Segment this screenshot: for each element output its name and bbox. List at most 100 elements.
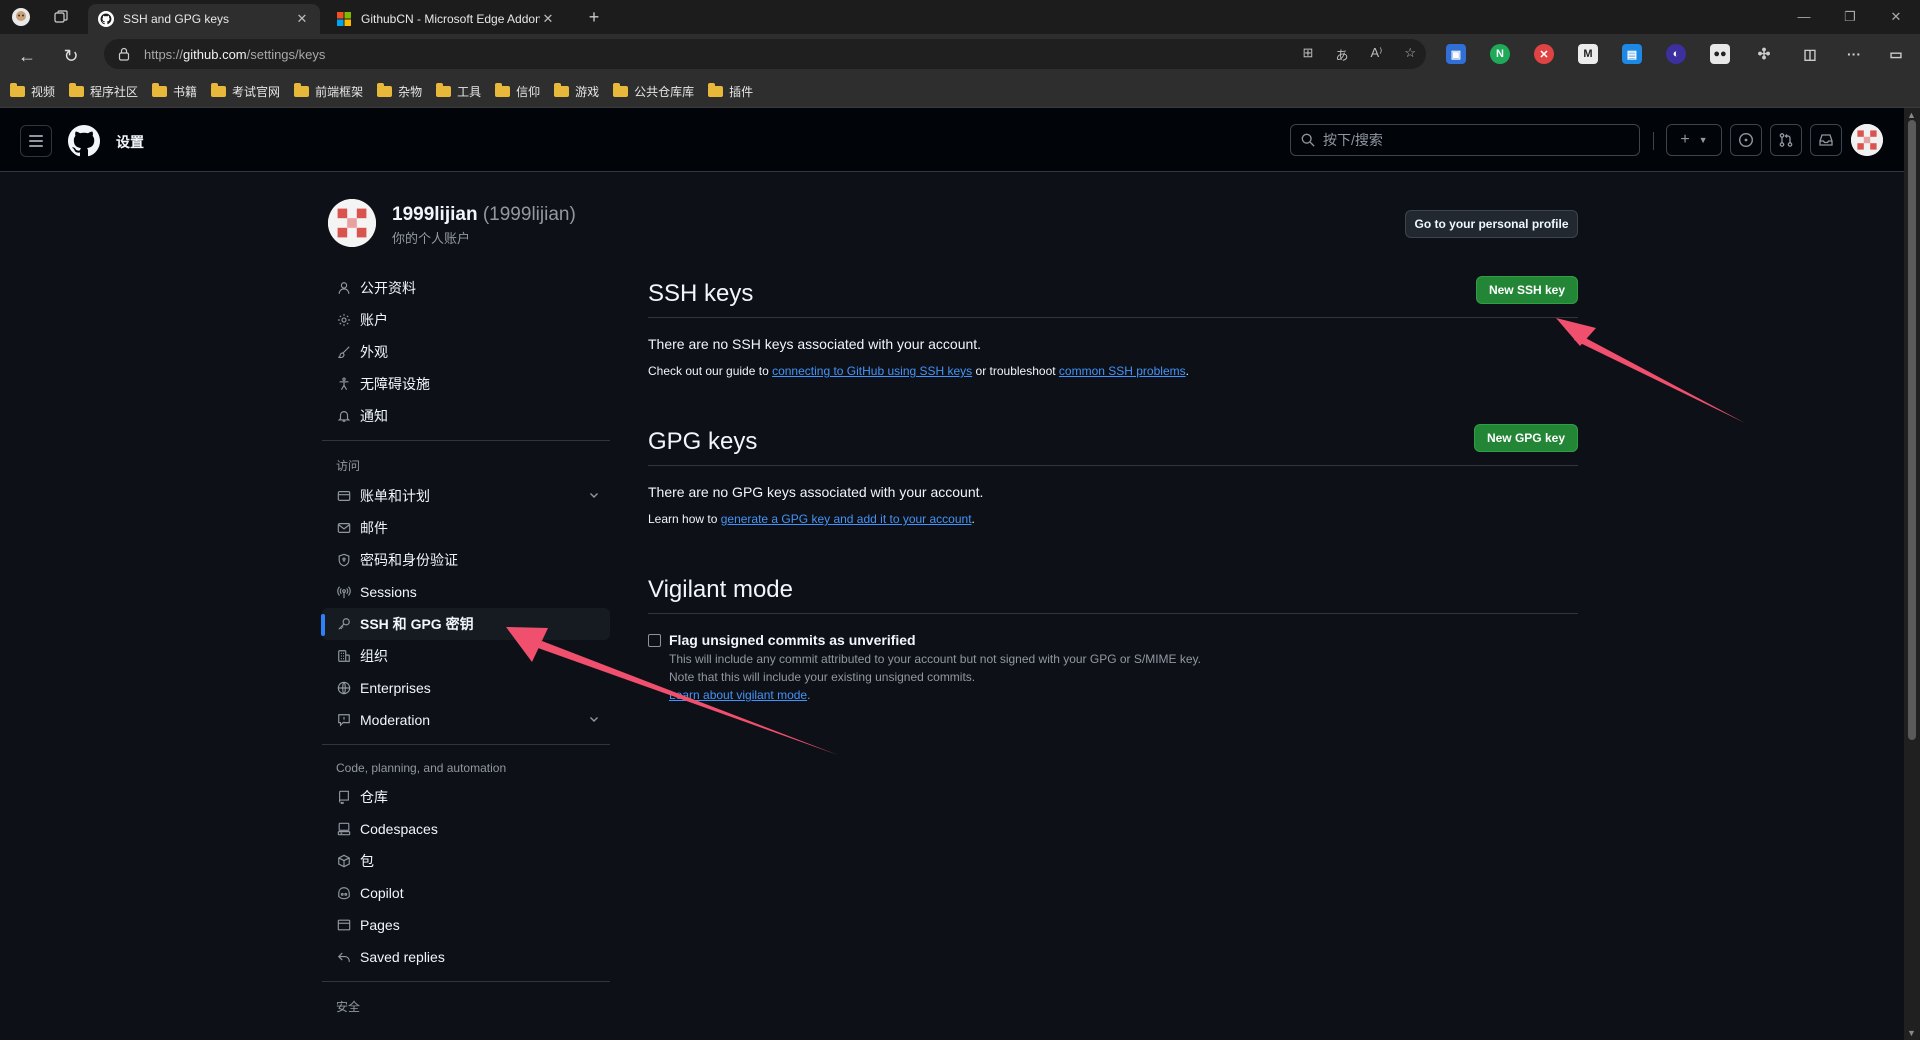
sidebar-item-packages[interactable]: 包	[322, 845, 610, 877]
create-new-button[interactable]: + ▼	[1666, 124, 1722, 156]
sidebar-item-notifications[interactable]: 通知	[322, 400, 610, 432]
sidebar-item-emails[interactable]: 邮件	[322, 512, 610, 544]
guide-text: Check out our guide to	[648, 364, 773, 378]
flag-unsigned-checkbox[interactable]	[648, 634, 661, 647]
sidebar-item-accessibility[interactable]: 无障碍设施	[322, 368, 610, 400]
user-avatar-large[interactable]	[328, 199, 376, 247]
vigilant-learn-link[interactable]: Learn about vigilant mode	[669, 688, 807, 702]
extensions-puzzle-icon[interactable]: ✣	[1754, 44, 1774, 64]
pull-requests-button[interactable]	[1770, 124, 1802, 156]
ssh-troubleshoot-link[interactable]: common SSH problems	[1059, 364, 1186, 378]
url-path: /settings/keys	[246, 46, 326, 62]
issues-button[interactable]	[1730, 124, 1762, 156]
sidebar-item-repositories[interactable]: 仓库	[322, 781, 610, 813]
page-context-title[interactable]: 设置	[116, 132, 144, 152]
user-avatar[interactable]	[1851, 124, 1883, 156]
profile-icon[interactable]	[10, 6, 32, 28]
workspaces-icon[interactable]	[50, 6, 72, 28]
bookmark-label: 前端框架	[315, 85, 364, 99]
back-icon[interactable]: ←	[14, 43, 40, 69]
folder-icon	[294, 83, 310, 97]
new-ssh-key-button[interactable]: New SSH key	[1475, 276, 1578, 304]
bookmark-folder[interactable]: 公共仓库库	[613, 83, 694, 100]
sidebar-heading-code: Code, planning, and automation	[336, 761, 507, 775]
ssh-guide-link[interactable]: connecting to GitHub using SSH keys	[772, 364, 972, 378]
new-gpg-key-button[interactable]: New GPG key	[1473, 424, 1578, 452]
menu-button[interactable]	[20, 125, 52, 157]
vigilant-mode-header: Vigilant mode	[648, 566, 1578, 614]
gpg-generate-link[interactable]: generate a GPG key and add it to your ac…	[721, 512, 972, 526]
sidebar-item-label: 包	[360, 853, 374, 869]
sidebar-item-saved-replies[interactable]: Saved replies	[322, 941, 610, 973]
sidebar-item-sessions[interactable]: Sessions	[322, 576, 610, 608]
bookmark-folder[interactable]: 信仰	[495, 83, 540, 100]
sidebar-item-enterprises[interactable]: Enterprises	[322, 672, 610, 704]
close-window-icon[interactable]: ✕	[1876, 6, 1916, 28]
read-aloud-icon[interactable]: A⁾	[1370, 45, 1382, 64]
extension-moon-icon[interactable]: ◐	[1666, 44, 1686, 64]
sidebar-item-label: 仓库	[360, 789, 388, 805]
sidebar-item-ssh-gpg-keys[interactable]: SSH 和 GPG 密钥	[321, 608, 610, 640]
extension-red-icon[interactable]: ✕	[1534, 44, 1554, 64]
sidebar-item-organizations[interactable]: 组织	[322, 640, 610, 672]
scroll-up-icon[interactable]: ▲	[1907, 110, 1916, 120]
sidebar-item-password-auth[interactable]: 密码和身份验证	[322, 544, 610, 576]
sidebar-item-billing[interactable]: 账单和计划	[322, 480, 610, 512]
minimize-icon[interactable]: —	[1784, 6, 1824, 28]
bookmark-folder[interactable]: 插件	[708, 83, 753, 100]
issue-opened-icon	[1738, 132, 1754, 148]
tab-githubcn-addons[interactable]: GithubCN - Microsoft Edge Addons ✕	[326, 4, 566, 34]
broadcast-icon	[336, 584, 352, 600]
page-scrollbar[interactable]: ▲ ▼	[1904, 108, 1920, 1040]
extension-n-icon[interactable]: N	[1490, 44, 1510, 64]
bookmark-folder[interactable]: 视频	[10, 83, 55, 100]
go-to-profile-button[interactable]: Go to your personal profile	[1405, 210, 1578, 238]
bookmark-folder[interactable]: 游戏	[554, 83, 599, 100]
sidebar-item-appearance[interactable]: 外观	[322, 336, 610, 368]
extension-translate-icon[interactable]: ▣	[1446, 44, 1466, 64]
extension-blue-icon[interactable]: ▤	[1622, 44, 1642, 64]
refresh-icon[interactable]: ↻	[58, 43, 84, 69]
bookmark-folder[interactable]: 程序社区	[69, 83, 138, 100]
sidebar-toggle-icon[interactable]: ▭	[1886, 44, 1906, 64]
more-menu-icon[interactable]: ···	[1844, 44, 1864, 64]
split-screen-icon[interactable]: ◫	[1800, 44, 1820, 64]
address-bar[interactable]: https:// github.com /settings/keys ⊞ あ A…	[104, 39, 1426, 69]
new-tab-button[interactable]: +	[583, 6, 605, 28]
sidebar-item-label: Codespaces	[360, 821, 438, 837]
scroll-down-icon[interactable]: ▼	[1907, 1028, 1916, 1038]
paintbrush-icon	[336, 344, 352, 360]
favorite-star-icon[interactable]: ☆	[1404, 45, 1416, 64]
bookmark-folder[interactable]: 前端框架	[294, 83, 363, 100]
bookmark-folder[interactable]: 考试官网	[211, 83, 280, 100]
bookmark-folder[interactable]: 工具	[436, 83, 481, 100]
chevron-down-icon[interactable]	[588, 488, 600, 504]
bookmark-folder[interactable]: 书籍	[152, 83, 197, 100]
extension-m-icon[interactable]: M	[1578, 44, 1598, 64]
bookmarks-bar: 视频 程序社区 书籍 考试官网 前端框架 杂物 工具 信仰 游戏 公共仓库库 插…	[0, 76, 1920, 108]
search-input[interactable]: 按下/搜索	[1290, 124, 1640, 156]
close-tab-icon[interactable]: ✕	[294, 11, 310, 27]
sidebar-item-pages[interactable]: Pages	[322, 909, 610, 941]
sidebar-item-account[interactable]: 账户	[322, 304, 610, 336]
chevron-down-icon[interactable]	[588, 712, 600, 728]
github-logo-icon[interactable]	[68, 125, 100, 157]
close-tab-icon[interactable]: ✕	[540, 11, 556, 27]
sidebar-item-moderation[interactable]: Moderation	[322, 704, 610, 736]
bookmark-folder[interactable]: 杂物	[377, 83, 422, 100]
app-available-icon[interactable]: ⊞	[1303, 45, 1314, 64]
sidebar-item-public-profile[interactable]: 公开资料	[322, 272, 610, 304]
restore-icon[interactable]: ❐	[1830, 6, 1870, 28]
flag-unsigned-label[interactable]: Flag unsigned commits as unverified	[669, 632, 916, 648]
sidebar-item-codespaces[interactable]: Codespaces	[322, 813, 610, 845]
scrollbar-thumb[interactable]	[1908, 120, 1916, 740]
inbox-button[interactable]	[1810, 124, 1842, 156]
extension-game-icon[interactable]: ●●	[1710, 44, 1730, 64]
gpg-keys-title: GPG keys	[648, 427, 758, 455]
translate-icon[interactable]: あ	[1335, 45, 1348, 64]
copilot-icon	[336, 885, 352, 901]
tab-ssh-gpg-keys[interactable]: SSH and GPG keys ✕	[88, 4, 320, 34]
header-divider	[1653, 132, 1654, 150]
user-display-name[interactable]: 1999lijian (1999lijian)	[392, 204, 576, 226]
sidebar-item-copilot[interactable]: Copilot	[322, 877, 610, 909]
